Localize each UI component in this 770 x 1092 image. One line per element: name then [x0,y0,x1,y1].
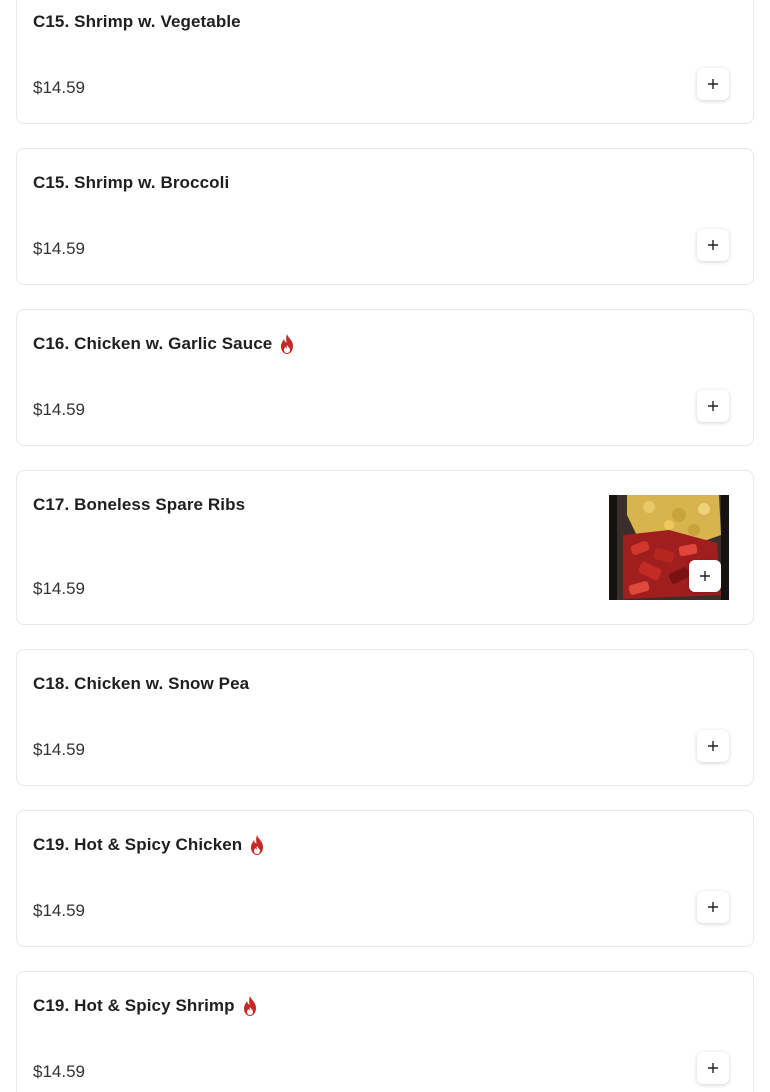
menu-item-card[interactable]: C18. Chicken w. Snow Pea $14.59 [16,649,754,786]
menu-item-name[interactable]: C19. Hot & Spicy Chicken [33,835,242,855]
menu-item-name[interactable]: C17. Boneless Spare Ribs [33,495,245,515]
plus-icon [708,401,718,411]
menu-item-card[interactable]: C15. Shrimp w. Vegetable $14.59 [16,0,754,124]
add-to-cart-button[interactable] [697,730,729,762]
menu-item-card[interactable]: C15. Shrimp w. Broccoli $14.59 [16,148,754,285]
plus-icon [708,240,718,250]
flame-icon [243,996,256,1016]
menu-item-photo[interactable] [609,495,729,600]
menu-item-card[interactable]: C17. Boneless Spare Ribs $14.59 [16,470,754,625]
plus-icon [708,79,718,89]
menu-item-price: $14.59 [33,740,85,759]
add-to-cart-button[interactable] [689,560,721,592]
menu-item-name[interactable]: C15. Shrimp w. Broccoli [33,173,229,193]
menu-item-name[interactable]: C18. Chicken w. Snow Pea [33,674,249,694]
menu-item-name[interactable]: C19. Hot & Spicy Shrimp [33,996,235,1016]
menu-item-card[interactable]: C19. Hot & Spicy Chicken $14.59 [16,810,754,947]
add-to-cart-button[interactable] [697,229,729,261]
menu-item-list: C15. Shrimp w. Vegetable $14.59 C15. Shr… [16,0,754,1092]
menu-item-name[interactable]: C16. Chicken w. Garlic Sauce [33,334,272,354]
add-to-cart-button[interactable] [697,390,729,422]
menu-item-card[interactable]: C16. Chicken w. Garlic Sauce $14.59 [16,309,754,446]
plus-icon [700,571,710,581]
menu-item-card[interactable]: C19. Hot & Spicy Shrimp $14.59 [16,971,754,1092]
plus-icon [708,1063,718,1073]
menu-item-price: $14.59 [33,400,85,419]
menu-item-name[interactable]: C15. Shrimp w. Vegetable [33,12,241,32]
plus-icon [708,902,718,912]
plus-icon [708,741,718,751]
menu-item-price: $14.59 [33,901,85,920]
flame-icon [281,334,294,354]
menu-item-price: $14.59 [33,78,85,97]
add-to-cart-button[interactable] [697,1052,729,1084]
menu-item-price: $14.59 [33,1062,85,1081]
flame-icon [251,835,264,855]
add-to-cart-button[interactable] [697,891,729,923]
menu-item-price: $14.59 [33,239,85,258]
menu-item-price: $14.59 [33,579,85,598]
add-to-cart-button[interactable] [697,68,729,100]
